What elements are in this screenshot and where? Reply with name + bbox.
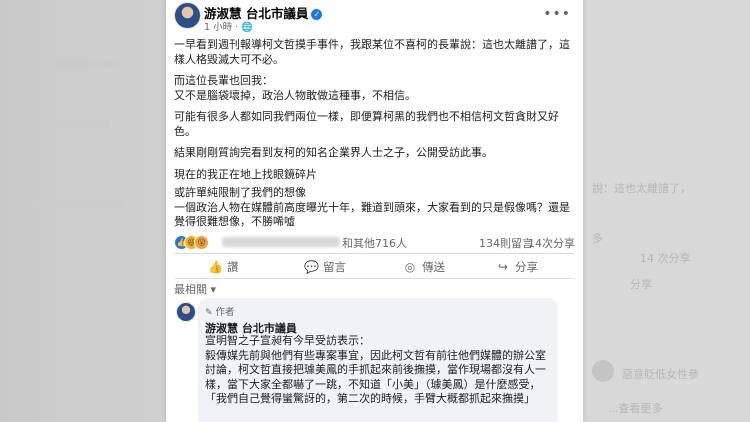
background-blur xyxy=(25,200,125,208)
post-actions: 👍 讚 💬 留言 ◎ 傳送 ↪ 分享 xyxy=(174,256,574,278)
post-body: 一早看到週刊報導柯文哲摸手事件，我跟某位不喜柯的長輩說：這也太離譜了，這樣人格毀… xyxy=(174,38,574,237)
messenger-icon: ◎ xyxy=(404,260,416,274)
blurred-names xyxy=(222,237,340,247)
comment-button[interactable]: 💬 留言 xyxy=(304,259,346,275)
comment-text: 宣明智之子宣昶有今早受訪表示： 毅傳媒先前與他們有些專案事宜，因此柯文哲有前往他… xyxy=(205,334,546,405)
background-text: 14 次分享 xyxy=(640,252,691,265)
post-card: 游淑慧 台北市議員 ✓ 1 小時 · 🌐 ••• 一早看到週刊報導柯文哲摸手事件，… xyxy=(166,0,583,422)
background-avatar xyxy=(592,360,614,382)
post-paragraph: 而這位長輩也回我： 又不是腦袋壞掉，政治人物敢做這種事，不相信。 xyxy=(174,74,416,102)
comment-icon: 💬 xyxy=(304,260,319,274)
globe-icon: · 🌐 xyxy=(235,22,253,33)
background-text: 說：這也太離譜了， xyxy=(592,182,691,195)
author-badge-label: 作者 xyxy=(215,307,235,318)
background-text: 多 xyxy=(592,232,603,245)
background-text: 分享 xyxy=(630,278,652,291)
like-label: 讚 xyxy=(227,260,239,274)
share-button[interactable]: ↪ 分享 xyxy=(496,259,538,275)
background-text: 惡意貶低女性參 xyxy=(622,368,699,381)
background-side-panel xyxy=(583,0,750,422)
background-text: ...查看更多 xyxy=(608,402,663,415)
share-label: 分享 xyxy=(515,260,538,274)
post-stats: 👍 😆 😮 和其他716人 134則留言 14次分享 xyxy=(174,234,575,251)
background-blur xyxy=(30,60,120,68)
divider xyxy=(174,278,574,279)
more-options-icon[interactable]: ••• xyxy=(543,6,571,22)
wow-reaction-icon: 😮 xyxy=(194,235,209,250)
background-blur xyxy=(40,120,110,128)
verified-icon: ✓ xyxy=(311,9,323,20)
avatar[interactable] xyxy=(174,2,201,29)
post-paragraph: 結果剛剛質詢完看到友柯的知名企業界人士之子，公開受訪此事。 xyxy=(174,146,493,159)
like-button[interactable]: 👍 讚 xyxy=(208,259,239,275)
post-paragraph: 或許單純限制了我們的想像 一個政治人物在媒體前高度曝光十年，難道到頭來，大家看到… xyxy=(174,186,570,228)
post-meta: 1 小時 · 🌐 xyxy=(204,19,253,33)
comment-avatar[interactable] xyxy=(176,302,196,322)
reaction-count[interactable]: 和其他716人 xyxy=(342,235,407,251)
comment-count[interactable]: 134則留言 xyxy=(479,235,533,251)
post-paragraph: 一早看到週刊報導柯文哲摸手事件，我跟某位不喜柯的長輩說：這也太離譜了，這樣人格毀… xyxy=(174,38,570,66)
send-label: 傳送 xyxy=(422,260,445,274)
post-time[interactable]: 1 小時 xyxy=(204,22,232,33)
comment-sort-dropdown[interactable]: 最相關 ▾ xyxy=(174,281,216,297)
post-header: 游淑慧 台北市議員 ✓ 1 小時 · 🌐 ••• xyxy=(166,0,583,36)
comment-label: 留言 xyxy=(323,260,346,274)
divider xyxy=(174,253,574,254)
comment-bubble: ✎ 作者 游淑慧 台北市議員 宣明智之子宣昶有今早受訪表示： 毅傳媒先前與他們有些… xyxy=(198,298,558,422)
share-count[interactable]: 14次分享 xyxy=(528,235,575,251)
author-badge: ✎ 作者 xyxy=(205,304,235,318)
thumbs-up-icon: 👍 xyxy=(208,260,223,274)
post-paragraph: 可能有很多人都如同我們兩位一樣，即便算柯黑的我們也不相信柯文哲貪財又好色。 xyxy=(174,110,559,138)
share-icon: ↪ xyxy=(497,260,509,274)
pen-icon: ✎ xyxy=(205,308,213,318)
post-paragraph: 現在的我正在地上找眼鏡碎片 xyxy=(174,167,317,181)
send-button[interactable]: ◎ 傳送 xyxy=(403,259,445,275)
comment-sort-label: 最相關 xyxy=(174,283,207,296)
chevron-down-icon: ▾ xyxy=(210,283,217,296)
